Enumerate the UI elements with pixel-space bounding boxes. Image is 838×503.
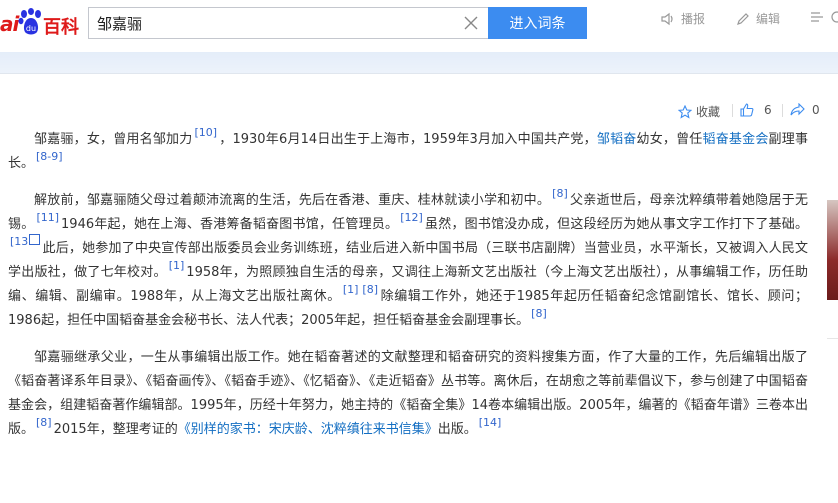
divider — [732, 104, 733, 117]
reference-1[interactable]: [1] — [169, 259, 185, 272]
share-button[interactable]: 0 — [790, 103, 820, 117]
text: 2015年，整理考证的 — [53, 422, 178, 437]
baidu-baike-logo[interactable]: ai du 百科 — [0, 6, 84, 40]
text: 邹嘉骊，女，曾用名邹加力 — [34, 132, 193, 147]
reference-1[interactable]: [1] — [343, 283, 359, 296]
picture-icon — [29, 234, 41, 245]
share-icon — [790, 103, 805, 116]
reference-14[interactable]: [14] — [479, 416, 502, 429]
reference-8[interactable]: [8] — [552, 187, 568, 200]
text: ，1930年6月14日出生于上海市，1959年3月加入中国共产党， — [219, 132, 597, 147]
close-icon[interactable] — [464, 16, 478, 30]
svg-text:du: du — [26, 24, 36, 33]
divider — [827, 338, 838, 339]
reference-13[interactable]: [13 — [10, 234, 41, 248]
edit-tool[interactable]: 编辑 — [736, 10, 780, 27]
entry-content: 邹嘉骊，女，曾用名邹加力 [10] ，1930年6月14日出生于上海市，1959年3… — [8, 126, 808, 455]
reference-12[interactable]: [12] — [400, 211, 423, 224]
text: 出版。 — [437, 422, 477, 437]
text: 虽然，图书馆没办成，但这段经历为她从事文字工作打下了基础。 — [424, 217, 808, 232]
text: 1946年起，她在上海、香港筹备韬奋图书馆，任管理员。 — [61, 217, 399, 232]
divider — [0, 73, 838, 74]
enter-entry-button[interactable]: 进入词条 — [488, 7, 587, 39]
speaker-icon — [661, 12, 673, 25]
reference-8[interactable]: [8] — [36, 416, 52, 429]
pencil-icon — [737, 12, 749, 25]
search-box — [88, 7, 488, 39]
logo-baike-text: 百科 — [43, 17, 79, 38]
reference-13-label: [13 — [10, 235, 29, 248]
portrait-image[interactable] — [827, 200, 838, 300]
top-bar: ai du 百科 进入词条 播报 编辑 — [0, 0, 838, 52]
link-taofen-foundation[interactable]: 韬奋基金会 — [703, 132, 769, 147]
share-count: 0 — [812, 103, 820, 117]
outline-tool[interactable] — [810, 10, 829, 24]
paragraph-works: 邹嘉骊继承父业，一生从事编辑出版工作。她在韬奋著述的文献整理和韬奋研究的资料搜集… — [8, 346, 808, 442]
edit-label: 编辑 — [756, 12, 781, 26]
like-count: 6 — [764, 103, 772, 117]
play-label: 播报 — [681, 12, 706, 26]
reference-8-9[interactable]: [8-9] — [36, 150, 63, 163]
collect-label: 收藏 — [696, 105, 721, 119]
more-icon — [831, 11, 838, 23]
paragraph-career: 解放前，邹嘉骊随父母过着颠沛流离的生活，先后在香港、重庆、桂林就读小学和初中。[… — [8, 187, 808, 333]
like-button[interactable]: 6 — [740, 103, 772, 117]
collect-button[interactable]: 收藏 — [678, 103, 720, 120]
link-letters-book[interactable]: 《别样的家书：宋庆龄、沈粹缜往来书信集》 — [178, 422, 438, 437]
list-icon — [811, 12, 823, 22]
reference-10[interactable]: [10] — [194, 126, 217, 139]
reference-11[interactable]: [11] — [36, 211, 59, 224]
play-tool[interactable]: 播报 — [660, 10, 705, 27]
divider — [782, 104, 783, 117]
text: 幼女，曾任 — [636, 132, 703, 147]
paw-icon: du — [18, 8, 41, 35]
logo-bai-text: ai — [0, 12, 19, 36]
paragraph-summary: 邹嘉骊，女，曾用名邹加力 [10] ，1930年6月14日出生于上海市，1959年3… — [8, 126, 808, 176]
reference-8[interactable]: [8] — [531, 307, 547, 320]
more-tool[interactable] — [830, 10, 838, 24]
reference-8[interactable]: [8] — [362, 283, 378, 296]
text: 解放前，邹嘉骊随父母过着颠沛流离的生活，先后在香港、重庆、桂林就读小学和初中。 — [34, 193, 551, 208]
header-band — [0, 52, 838, 74]
thumbs-up-icon — [740, 103, 754, 117]
link-zou-taofen[interactable]: 邹韬奋 — [597, 132, 637, 147]
search-input[interactable] — [97, 8, 447, 38]
star-icon — [678, 104, 692, 119]
